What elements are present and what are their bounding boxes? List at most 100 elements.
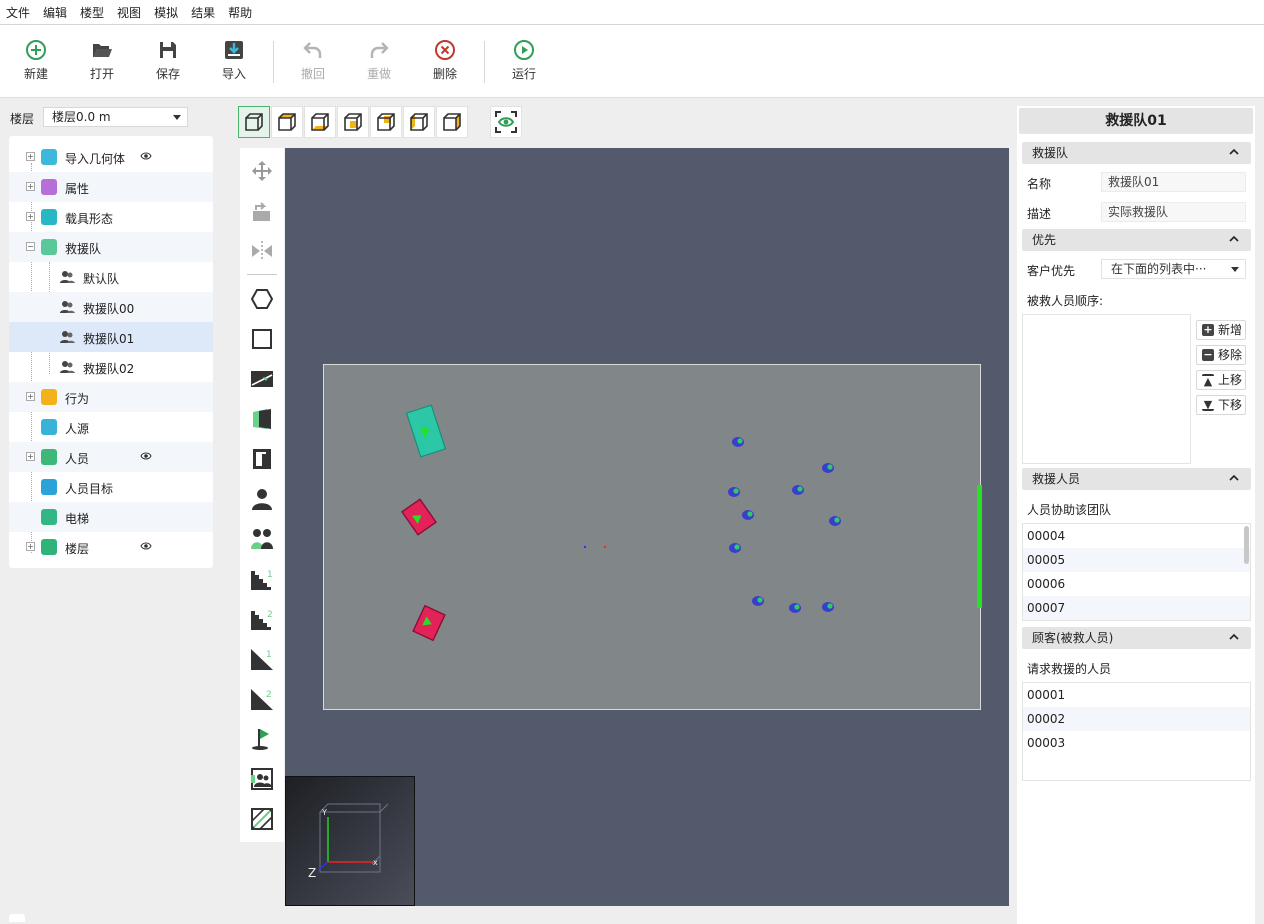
remove-button[interactable]: − 移除 — [1196, 345, 1246, 365]
scrollbar-thumb[interactable] — [1244, 526, 1249, 564]
eye-icon[interactable] — [140, 151, 152, 161]
menu-file[interactable]: 文件 — [6, 4, 30, 21]
move-down-button[interactable]: ▼ 下移 — [1196, 395, 1246, 415]
list-item[interactable]: 00003 — [1023, 731, 1250, 755]
exit-door-icon[interactable] — [250, 447, 274, 471]
tree-item-person-sources[interactable]: 人源 — [9, 412, 213, 442]
person — [732, 437, 744, 447]
redo-button[interactable]: 重做 — [354, 39, 404, 82]
view-top-button[interactable] — [271, 106, 303, 138]
view-left-button[interactable] — [403, 106, 435, 138]
view-3d-button[interactable] — [238, 106, 270, 138]
rectangle-icon[interactable] — [250, 327, 274, 351]
list-item[interactable]: 00004 — [1023, 524, 1250, 548]
rotate-icon[interactable] — [250, 200, 274, 224]
view-bottom-button[interactable] — [304, 106, 336, 138]
tree-item-floors[interactable]: + 楼层 — [9, 532, 213, 562]
tree-item-rescue-team-02[interactable]: 救援队02 — [9, 352, 213, 382]
tree-item-people[interactable]: + 人员 — [9, 442, 213, 472]
section-rescuers[interactable]: 救援人员 — [1022, 468, 1251, 490]
run-button[interactable]: 运行 — [499, 39, 549, 82]
tree-item-default-team[interactable]: 默认队 — [9, 262, 213, 292]
tree-item-rescue-teams[interactable]: − 救援队 — [9, 232, 213, 262]
tree-item-properties[interactable]: + 属性 — [9, 172, 213, 202]
section-customers[interactable]: 顾客(被救人员) — [1022, 627, 1251, 649]
list-item[interactable]: 00006 — [1023, 572, 1250, 596]
mirror-icon[interactable] — [250, 239, 274, 263]
ramp-2-icon[interactable]: 2 — [250, 687, 274, 711]
expand-icon[interactable]: + — [26, 212, 35, 221]
view-front-button[interactable] — [337, 106, 369, 138]
view-back-button[interactable] — [370, 106, 402, 138]
menu-model[interactable]: 楼型 — [80, 4, 104, 21]
chevron-up-icon[interactable] — [1229, 474, 1239, 482]
polygon-icon[interactable] — [250, 287, 274, 311]
wall-icon[interactable] — [250, 367, 274, 391]
menu-edit[interactable]: 编辑 — [43, 4, 67, 21]
rescuers-list[interactable]: 00004 00005 00006 00007 — [1022, 523, 1251, 621]
ramp-1-icon[interactable]: 1 — [250, 647, 274, 671]
list-item[interactable]: 00005 — [1023, 548, 1250, 572]
view-right-button[interactable] — [436, 106, 468, 138]
door-icon[interactable] — [250, 407, 274, 431]
new-button[interactable]: 新建 — [11, 39, 61, 82]
chevron-up-icon[interactable] — [1229, 235, 1239, 243]
expand-icon[interactable]: + — [26, 182, 35, 191]
menu-results[interactable]: 结果 — [191, 4, 215, 21]
source-icon[interactable] — [250, 767, 274, 791]
stair-2-icon[interactable]: 2 — [250, 607, 274, 631]
chevron-up-icon[interactable] — [1229, 633, 1239, 641]
person-icon[interactable] — [250, 487, 274, 511]
customer-priority-select[interactable]: 在下面的列表中··· — [1101, 259, 1246, 279]
name-field[interactable]: 救援队01 — [1101, 172, 1246, 192]
delete-button[interactable]: 删除 — [420, 39, 470, 82]
description-field[interactable]: 实际救援队 — [1101, 202, 1246, 222]
list-item[interactable]: 00001 — [1023, 683, 1250, 707]
target-flag-icon[interactable] — [250, 727, 274, 751]
menu-help[interactable]: 帮助 — [228, 4, 252, 21]
add-button[interactable]: + 新增 — [1196, 320, 1246, 340]
hatch-region-icon[interactable] — [250, 807, 274, 831]
svg-text:1: 1 — [266, 650, 272, 660]
move-up-button[interactable]: ▲ 上移 — [1196, 370, 1246, 390]
tree-item-behaviors[interactable]: + 行为 — [9, 382, 213, 412]
chevron-down-icon — [1231, 267, 1239, 272]
chevron-up-icon[interactable] — [1229, 148, 1239, 156]
expand-icon[interactable]: + — [26, 152, 35, 161]
tree-item-elevators[interactable]: 电梯 — [9, 502, 213, 532]
visibility-toggle-button[interactable] — [490, 106, 522, 138]
import-button[interactable]: 导入 — [209, 39, 259, 82]
tree-item-person-targets[interactable]: 人员目标 — [9, 472, 213, 502]
tree-item-vehicle-shapes[interactable]: + 载具形态 — [9, 202, 213, 232]
collapse-icon[interactable]: − — [26, 242, 35, 251]
vehicle-icon — [41, 209, 57, 225]
expand-icon[interactable]: + — [26, 542, 35, 551]
tree-item-imported-geometry[interactable]: + 导入几何体 — [9, 142, 213, 172]
list-item[interactable]: 00002 — [1023, 707, 1250, 731]
axis-label-x: x — [373, 858, 378, 867]
section-priority[interactable]: 优先 — [1022, 229, 1251, 251]
expand-icon[interactable]: + — [26, 392, 35, 401]
move-up-icon: ▲ — [1202, 374, 1214, 388]
tree-item-rescue-team-00[interactable]: 救援队00 — [9, 292, 213, 322]
eye-icon[interactable] — [140, 451, 152, 461]
3d-viewport[interactable]: Y x Z — [285, 148, 1009, 906]
open-button[interactable]: 打开 — [77, 39, 127, 82]
move-icon[interactable] — [250, 159, 274, 183]
menu-simulate[interactable]: 模拟 — [154, 4, 178, 21]
eye-icon[interactable] — [140, 541, 152, 551]
stair-1-icon[interactable]: 1 — [250, 567, 274, 591]
group-icon[interactable] — [250, 527, 274, 551]
menu-view[interactable]: 视图 — [117, 4, 141, 21]
section-rescue-team[interactable]: 救援队 — [1022, 142, 1251, 164]
save-button[interactable]: 保存 — [143, 39, 193, 82]
floor-select[interactable]: 楼层0.0 m — [43, 107, 188, 127]
undo-button[interactable]: 撤回 — [288, 39, 338, 82]
list-item[interactable]: 00007 — [1023, 596, 1250, 620]
customers-list[interactable]: 00001 00002 00003 — [1022, 682, 1251, 781]
tree-item-rescue-team-01[interactable]: 救援队01 — [9, 322, 213, 352]
axis-gizmo[interactable]: Y x Z — [285, 776, 415, 906]
expand-icon[interactable]: + — [26, 452, 35, 461]
rescued-order-list[interactable] — [1022, 314, 1191, 464]
team-icon — [60, 271, 75, 283]
